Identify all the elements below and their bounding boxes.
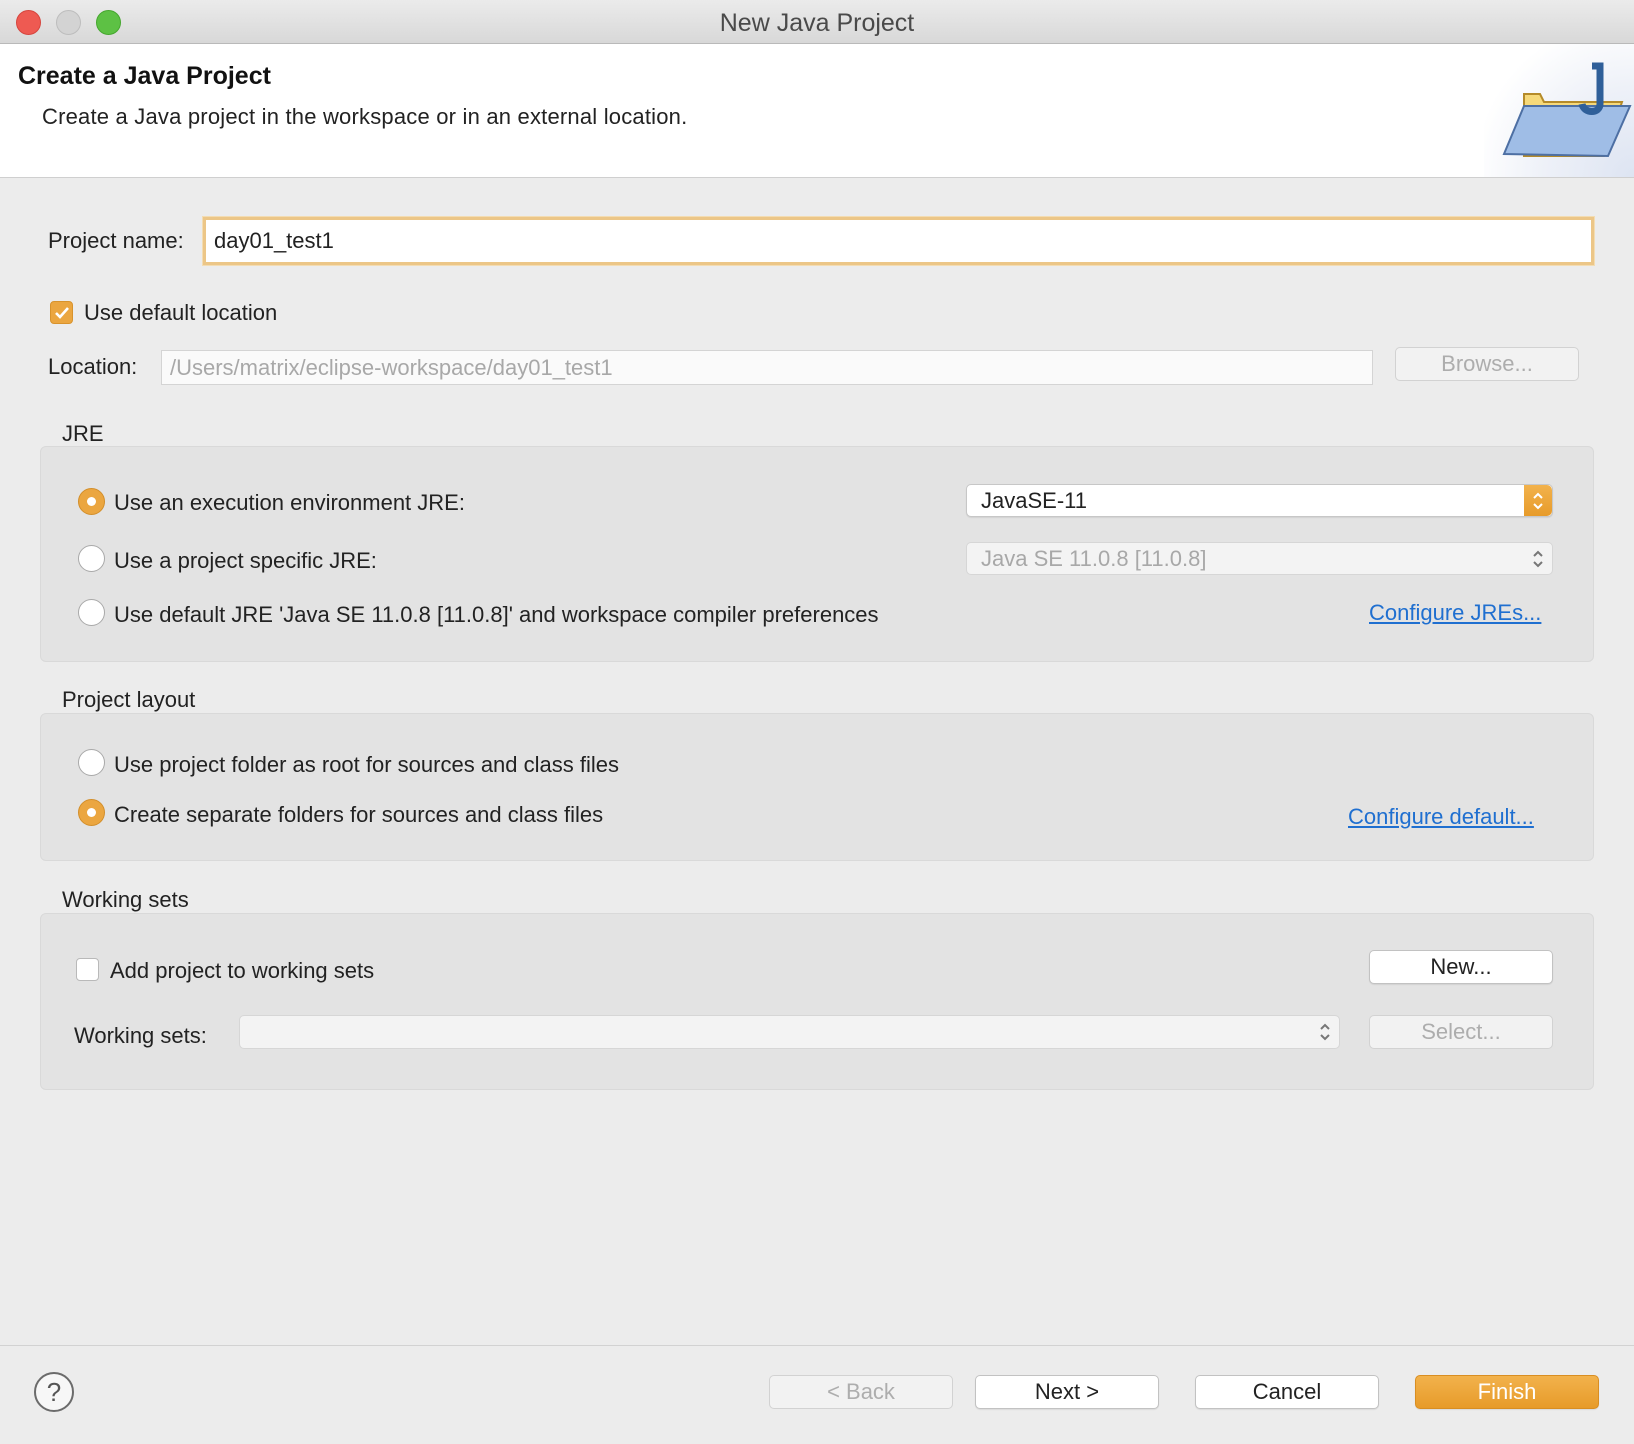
cancel-button[interactable]: Cancel — [1195, 1375, 1379, 1409]
project-layout-group-title: Project layout — [62, 687, 196, 712]
title-bar: New Java Project — [0, 0, 1634, 44]
layout-option-separate-radio[interactable] — [78, 799, 105, 826]
new-working-set-button[interactable]: New... — [1369, 950, 1553, 984]
configure-default-link[interactable]: Configure default... — [1348, 804, 1534, 830]
jre-option-project-specific-radio[interactable] — [78, 545, 105, 572]
footer-divider — [0, 1345, 1634, 1346]
working-sets-select[interactable] — [239, 1015, 1340, 1049]
wizard-banner: Create a Java Project Create a Java proj… — [0, 44, 1634, 178]
select-working-sets-button[interactable]: Select... — [1369, 1015, 1553, 1049]
use-default-location-label: Use default location — [84, 300, 278, 325]
project-name-value: day01_test1 — [214, 228, 334, 253]
execution-env-select[interactable]: JavaSE-11 — [966, 484, 1553, 517]
jre-group-title: JRE — [62, 421, 104, 446]
window-title: New Java Project — [719, 9, 915, 37]
layout-option-root-radio[interactable] — [78, 749, 105, 776]
jre-option-execution-env-label: Use an execution environment JRE: — [114, 490, 465, 515]
project-specific-jre-select[interactable]: Java SE 11.0.8 [11.0.8] — [966, 542, 1553, 575]
location-value: /Users/matrix/eclipse-workspace/day01_te… — [170, 354, 613, 380]
add-to-working-sets-label: Add project to working sets — [110, 958, 375, 983]
working-sets-group — [40, 913, 1594, 1090]
layout-option-root-label: Use project folder as root for sources a… — [114, 752, 620, 777]
back-button[interactable]: < Back — [769, 1375, 953, 1409]
project-specific-jre-value: Java SE 11.0.8 [11.0.8] — [981, 545, 1207, 571]
finish-button[interactable]: Finish — [1415, 1375, 1599, 1409]
working-sets-label: Working sets: — [74, 1023, 207, 1048]
jre-option-execution-env-radio[interactable] — [78, 488, 105, 515]
location-input[interactable]: /Users/matrix/eclipse-workspace/day01_te… — [161, 350, 1373, 385]
execution-env-select-value: JavaSE-11 — [981, 487, 1087, 513]
java-project-folder-icon — [1484, 44, 1634, 177]
project-name-label: Project name: — [48, 228, 184, 253]
use-default-location-checkbox[interactable] — [50, 301, 73, 324]
project-layout-group — [40, 713, 1594, 861]
up-down-chevron-icon — [1311, 1016, 1339, 1048]
wizard-description: Create a Java project in the workspace o… — [42, 104, 688, 129]
next-button[interactable]: Next > — [975, 1375, 1159, 1409]
working-sets-group-title: Working sets — [62, 887, 189, 912]
configure-jres-link[interactable]: Configure JREs... — [1369, 600, 1541, 626]
wizard-title: Create a Java Project — [18, 62, 271, 90]
help-icon[interactable]: ? — [34, 1372, 74, 1412]
jre-option-default-radio[interactable] — [78, 599, 105, 626]
jre-option-default-label: Use default JRE 'Java SE 11.0.8 [11.0.8]… — [114, 602, 879, 627]
browse-button[interactable]: Browse... — [1395, 347, 1579, 381]
location-label: Location: — [48, 354, 138, 379]
project-name-input[interactable]: day01_test1 — [203, 217, 1594, 265]
up-down-chevron-icon — [1524, 543, 1552, 574]
up-down-chevron-icon — [1524, 485, 1552, 516]
layout-option-separate-label: Create separate folders for sources and … — [114, 802, 604, 827]
add-to-working-sets-checkbox[interactable] — [76, 958, 99, 981]
checkmark-icon — [54, 306, 69, 319]
jre-option-project-specific-label: Use a project specific JRE: — [114, 548, 377, 573]
